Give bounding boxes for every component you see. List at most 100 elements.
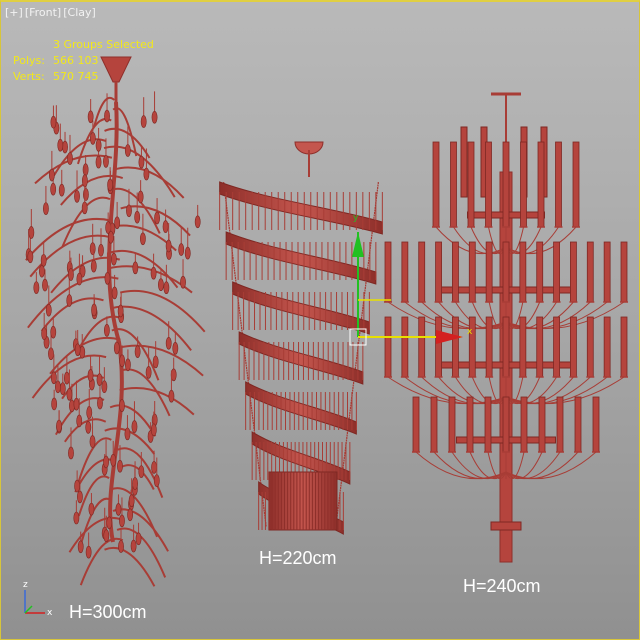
right-candle — [467, 141, 475, 228]
gizmo-y-arrow[interactable] — [352, 232, 364, 257]
left-crystal-drop — [119, 354, 126, 368]
right-candle-arm — [505, 226, 559, 255]
tiered-candle-chandelier-model[interactable] — [384, 92, 628, 563]
branch-chandelier-model[interactable] — [25, 56, 206, 587]
viewport[interactable]: x y [+] [Front] [Clay] 3 Groups Selected… — [0, 0, 640, 640]
right-candle — [418, 241, 426, 303]
right-candle — [384, 316, 392, 378]
right-candle — [418, 316, 426, 378]
right-candle — [556, 396, 564, 453]
left-crystal-drop — [130, 539, 137, 553]
gizmo-x-arrow[interactable] — [436, 330, 463, 344]
left-crystal-drop — [81, 201, 88, 215]
polys-label: Polys: — [13, 54, 45, 67]
right-candle — [484, 396, 492, 453]
right-candle — [537, 141, 545, 228]
left-crystal-drop — [194, 215, 201, 229]
left-crystal-drop — [50, 182, 57, 196]
right-candle — [450, 141, 457, 228]
middle-spiral-band — [219, 181, 383, 235]
right-height-label: H=240cm — [463, 576, 541, 596]
right-candle — [520, 396, 528, 453]
right-candle — [401, 316, 409, 378]
left-crystal-drop — [119, 399, 125, 412]
left-crystal-drop — [127, 508, 134, 522]
left-crystal-drop — [134, 210, 141, 224]
right-candle — [572, 141, 580, 228]
right-candle — [452, 241, 459, 303]
left-crystal-drop — [50, 115, 57, 129]
right-candle — [570, 241, 577, 303]
right-candle — [485, 241, 493, 303]
left-crystal-drop — [96, 373, 103, 386]
right-candle — [574, 396, 582, 453]
right-top-candle — [460, 126, 468, 198]
polys-value: 566 103 — [53, 54, 99, 67]
left-crystal-drop — [135, 532, 142, 546]
left-crystal-drop — [103, 155, 109, 168]
left-crystal-drop — [76, 414, 83, 428]
left-crystal-drop — [107, 178, 114, 192]
tripod-z-label: z — [23, 580, 28, 590]
right-candle — [538, 396, 546, 453]
left-crystal-drop — [138, 155, 145, 169]
left-crystal-drop — [56, 419, 62, 433]
viewport-label-menu[interactable]: [+] [Front] [Clay] — [5, 6, 96, 19]
left-crystal-drop — [168, 389, 175, 403]
right-candle — [603, 316, 611, 378]
right-candle-arm — [415, 451, 507, 480]
left-crystal-drop — [73, 511, 80, 525]
left-crystal-drop — [82, 163, 89, 176]
left-crystal-drop — [103, 324, 110, 337]
left-crystal-drop — [40, 254, 47, 267]
middle-height-label: H=220cm — [259, 548, 337, 568]
left-crystal-drop — [103, 529, 110, 543]
middle-spiral-band — [238, 331, 364, 385]
viewport-shading-menu[interactable]: [Clay] — [63, 6, 96, 19]
right-candle — [468, 241, 476, 303]
right-candle — [586, 316, 594, 378]
middle-spiral-band — [225, 231, 377, 285]
left-crystal-drop — [113, 341, 120, 355]
left-crystal-drop — [74, 479, 81, 493]
left-crystal-drop — [76, 272, 83, 286]
left-crystal-drop — [163, 281, 170, 295]
gizmo-y-label: y — [353, 213, 359, 223]
left-branch — [79, 537, 124, 586]
left-crystal-drop — [140, 115, 147, 128]
viewport-point-of-view-menu[interactable]: [Front] — [25, 6, 61, 19]
right-candle — [536, 316, 544, 378]
left-crystal-drop — [97, 396, 103, 410]
left-crystal-drop — [103, 455, 109, 469]
right-candle — [620, 241, 628, 303]
left-crystal-drop — [33, 281, 40, 294]
right-candle — [620, 316, 628, 378]
left-crystal-drop — [172, 342, 179, 355]
left-crystal-drop — [73, 397, 80, 411]
left-crystal-drop — [132, 261, 139, 275]
spiral-chandelier-model[interactable] — [219, 141, 383, 535]
left-crystal-drop — [101, 380, 108, 393]
left-crystal-drop — [110, 252, 117, 266]
left-crystal-drop — [66, 294, 73, 307]
middle-spiral-band — [245, 381, 357, 435]
left-crystal-drop — [118, 540, 124, 553]
right-candle — [570, 316, 577, 378]
right-candle — [502, 241, 510, 303]
right-candle — [519, 241, 527, 303]
left-crystal-drop — [95, 155, 102, 169]
right-candle — [485, 316, 493, 378]
right-candle — [452, 316, 459, 378]
right-candle — [502, 396, 510, 453]
left-crystal-drop — [137, 190, 144, 204]
left-crystal-drop — [115, 503, 122, 516]
right-candle — [555, 141, 562, 228]
scene-canvas[interactable]: x y — [1, 2, 640, 640]
left-branch — [25, 217, 112, 261]
left-crystal-drop — [83, 188, 89, 201]
left-crystal-drop — [28, 226, 35, 239]
left-crystal-drop — [43, 202, 49, 215]
left-crystal-drop — [117, 459, 123, 473]
viewport-general-menu[interactable]: [+] — [5, 6, 23, 19]
left-crystal-drop — [158, 278, 164, 292]
